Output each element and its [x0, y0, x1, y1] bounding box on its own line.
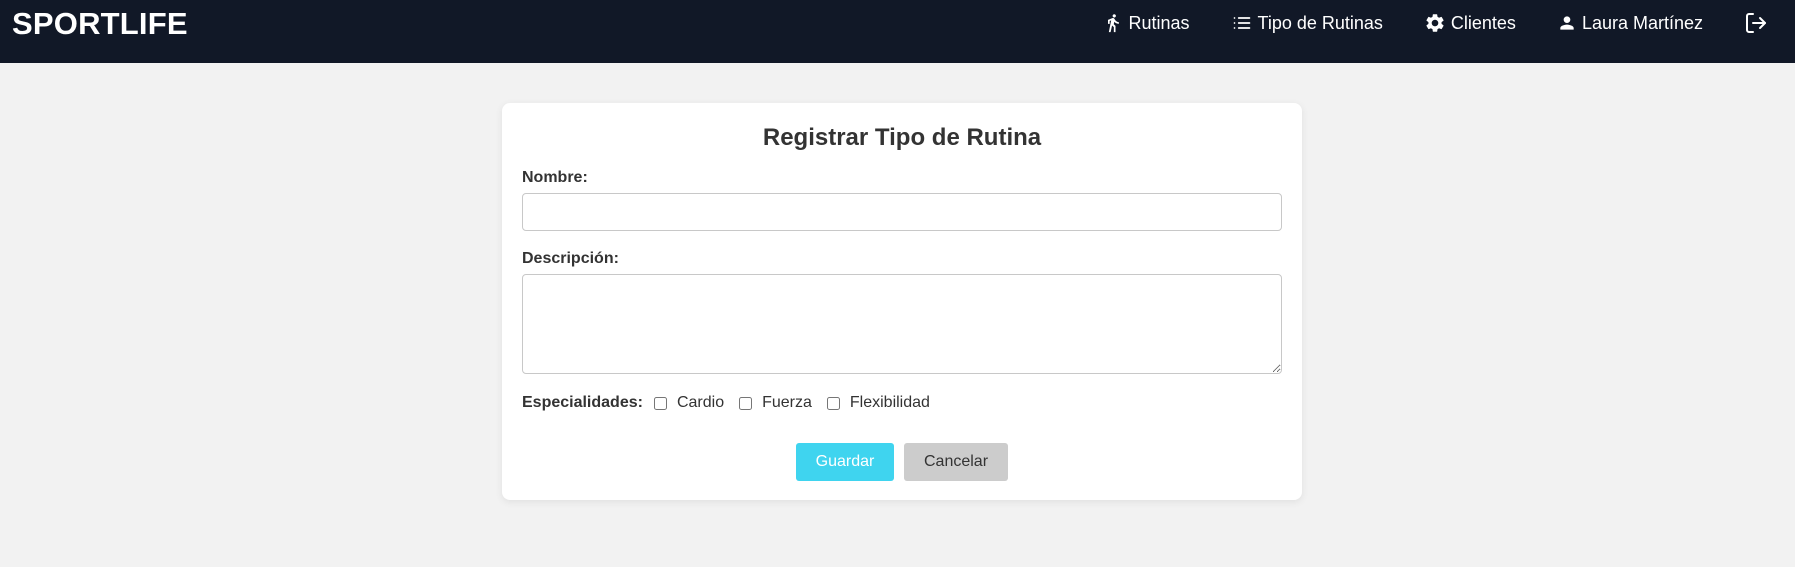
checkbox-cardio[interactable]: Cardio	[649, 394, 724, 412]
nav-item-label: Clientes	[1450, 12, 1516, 33]
user-icon	[1560, 16, 1574, 30]
logout-button[interactable]	[1744, 11, 1768, 35]
checkbox-fuerza[interactable]: Fuerza	[734, 394, 812, 412]
brand-logo[interactable]: SPORTLIFE	[12, 6, 188, 42]
save-button[interactable]: Guardar	[796, 443, 894, 481]
logout-icon	[1746, 13, 1766, 33]
fuerza-checkbox[interactable]	[739, 396, 753, 410]
nav-item-rutinas[interactable]: Rutinas	[1103, 12, 1190, 34]
checkbox-label: Flexibilidad	[849, 394, 930, 411]
especialidades-group: Especialidades: Cardio Fuerza Flexibilid…	[522, 394, 940, 412]
register-routine-type-card: Registrar Tipo de Rutina Nombre: Descrip…	[502, 103, 1302, 500]
form-title: Registrar Tipo de Rutina	[762, 124, 1042, 151]
user-name: Laura Martínez	[1581, 12, 1703, 33]
especialidades-label: Especialidades:	[522, 394, 643, 411]
nav-item-user[interactable]: Laura Martínez	[1557, 13, 1703, 34]
descripcion-label: Descripción:	[522, 250, 619, 267]
list-icon	[1233, 17, 1250, 29]
nav-item-label: Rutinas	[1128, 12, 1190, 33]
running-person-icon	[1108, 14, 1120, 33]
checkbox-flexibilidad[interactable]: Flexibilidad	[822, 394, 930, 412]
nav-item-label: Tipo de Rutinas	[1257, 12, 1383, 33]
form-actions: Guardar Cancelar	[502, 443, 1302, 481]
checkbox-label: Cardio	[676, 394, 725, 411]
nombre-input[interactable]	[522, 193, 1282, 231]
nav-item-tipo-de-rutinas[interactable]: Tipo de Rutinas	[1231, 13, 1383, 34]
descripcion-textarea[interactable]	[522, 274, 1282, 374]
gear-icon	[1426, 14, 1444, 32]
flexibilidad-checkbox[interactable]	[826, 396, 840, 410]
nav-links: Rutinas Tipo de Rutinas Clientes Laura M…	[1062, 0, 1768, 46]
checkbox-label: Fuerza	[762, 394, 812, 411]
top-navbar: SPORTLIFE Rutinas Tipo de Rutinas Client…	[0, 0, 1795, 63]
cancel-button[interactable]: Cancelar	[904, 443, 1008, 481]
nombre-label: Nombre:	[522, 169, 588, 186]
cardio-checkbox[interactable]	[653, 396, 667, 410]
nav-item-clientes[interactable]: Clientes	[1424, 12, 1516, 34]
